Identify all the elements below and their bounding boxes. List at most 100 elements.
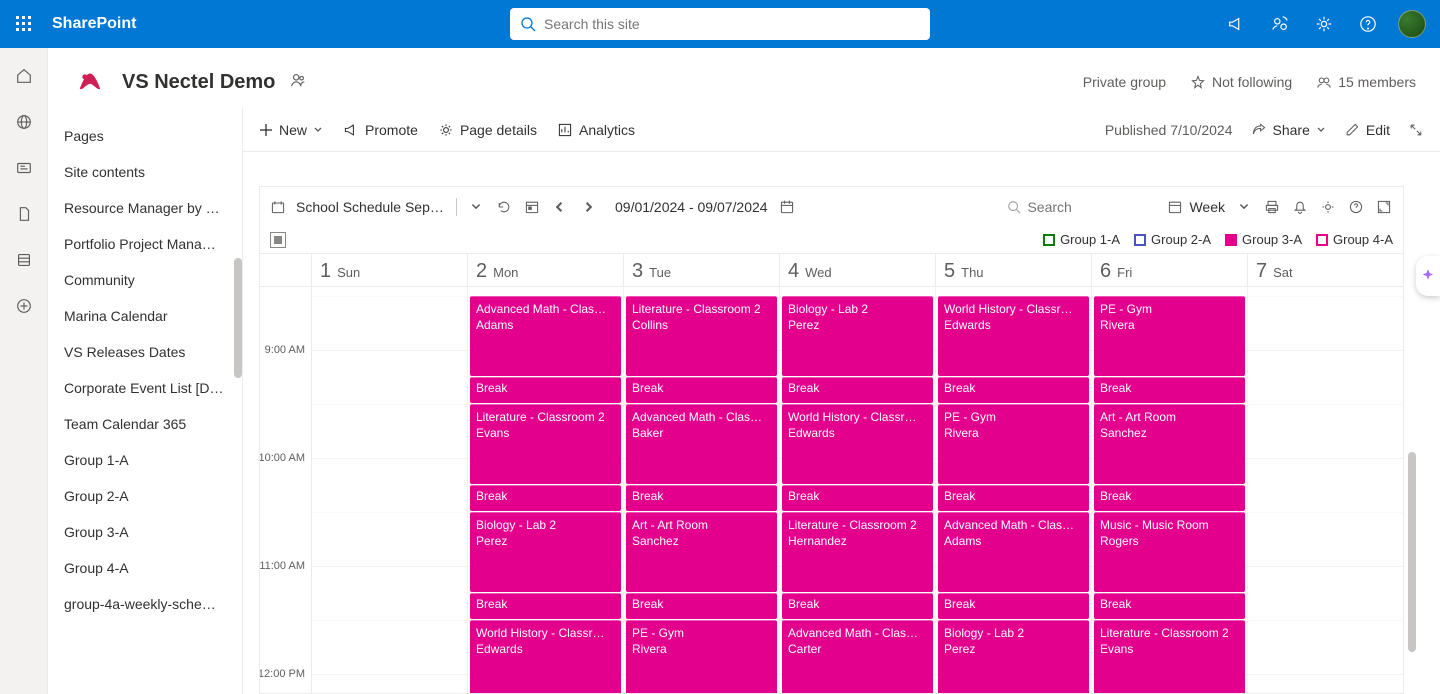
day-column[interactable]	[312, 287, 468, 693]
app-name[interactable]: SharePoint	[52, 15, 136, 33]
calendar-event[interactable]: Break	[938, 485, 1089, 511]
chevron-down-icon[interactable]	[1235, 198, 1253, 216]
page-details-button[interactable]: Page details	[438, 122, 537, 138]
day-column[interactable]: Biology - Lab 2PerezBreakWorld History -…	[780, 287, 936, 693]
day-column[interactable]: PE - GymRiveraBreakArt - Art RoomSanchez…	[1092, 287, 1248, 693]
account-avatar[interactable]	[1392, 0, 1432, 48]
day-header[interactable]: 6Fri	[1092, 254, 1248, 286]
nav-item[interactable]: Marina Calendar	[48, 298, 242, 334]
nav-item[interactable]: Team Calendar 365	[48, 406, 242, 442]
site-title[interactable]: VS Nectel Demo	[122, 71, 275, 94]
day-header[interactable]: 2Mon	[468, 254, 624, 286]
nav-item[interactable]: Portfolio Project Mana…	[48, 226, 242, 262]
calendar-event[interactable]: Biology - Lab 2Perez	[782, 296, 933, 376]
calendar-event[interactable]: Break	[1094, 485, 1245, 511]
files-icon[interactable]	[8, 198, 40, 230]
share-button[interactable]: Share	[1251, 122, 1326, 138]
refresh-icon[interactable]	[495, 198, 513, 216]
calendar-event[interactable]: World History - Classr…Edwards	[470, 620, 621, 694]
nav-item[interactable]: Site contents	[48, 154, 242, 190]
follow-button[interactable]: Not following	[1190, 74, 1292, 90]
teams-icon[interactable]	[289, 71, 307, 94]
nav-item[interactable]: VS Releases Dates	[48, 334, 242, 370]
calendar-event[interactable]: Break	[938, 593, 1089, 619]
calendar-search-input[interactable]	[1027, 199, 1117, 215]
help-icon[interactable]	[1348, 0, 1388, 48]
nav-item[interactable]: Group 2-A	[48, 478, 242, 514]
calendar-event[interactable]: Break	[782, 593, 933, 619]
calendar-event[interactable]: Literature - Classroom 2Collins	[626, 296, 777, 376]
edit-button[interactable]: Edit	[1344, 122, 1390, 138]
calendar-event[interactable]: Literature - Classroom 2Hernandez	[782, 512, 933, 592]
calendar-search[interactable]	[1007, 199, 1157, 215]
legend-item[interactable]: Group 4-A	[1316, 232, 1393, 247]
calendar-event[interactable]: Break	[1094, 593, 1245, 619]
nav-item[interactable]: Group 1-A	[48, 442, 242, 478]
gear-icon[interactable]	[1319, 198, 1337, 216]
calendar-event[interactable]: Literature - Classroom 2Evans	[1094, 620, 1245, 694]
fullscreen-icon[interactable]	[1375, 198, 1393, 216]
next-week-button[interactable]	[579, 198, 597, 216]
day-column[interactable]: Advanced Math - Clas…AdamsBreakLiteratur…	[468, 287, 624, 693]
calendar-event[interactable]: Break	[470, 593, 621, 619]
day-header[interactable]: 7Sat	[1248, 254, 1403, 286]
day-header[interactable]: 1Sun	[312, 254, 468, 286]
help-icon[interactable]	[1347, 198, 1365, 216]
calendar-event[interactable]: Advanced Math - Clas…Carter	[782, 620, 933, 694]
page-scrollbar[interactable]	[1408, 452, 1416, 652]
calendar-event[interactable]: Literature - Classroom 2Evans	[470, 404, 621, 484]
members-button[interactable]: 15 members	[1316, 74, 1416, 90]
day-header[interactable]: 3Tue	[624, 254, 780, 286]
calendar-event[interactable]: Advanced Math - Clas…Adams	[938, 512, 1089, 592]
app-launcher-button[interactable]	[8, 8, 40, 40]
chevron-down-icon[interactable]	[467, 198, 485, 216]
date-picker-icon[interactable]	[778, 198, 796, 216]
suite-search-input[interactable]	[544, 16, 920, 32]
nav-scrollbar[interactable]	[234, 258, 242, 378]
calendar-title[interactable]: School Schedule Septe…	[296, 199, 446, 215]
new-button[interactable]: New	[259, 122, 323, 138]
calendar-event[interactable]: Break	[782, 377, 933, 403]
calendar-event[interactable]: Break	[626, 485, 777, 511]
calendar-event[interactable]: Break	[626, 377, 777, 403]
calendar-event[interactable]: Advanced Math - Clas…Baker	[626, 404, 777, 484]
nav-item[interactable]: group-4a-weekly-sche…	[48, 586, 242, 622]
print-icon[interactable]	[1263, 198, 1281, 216]
day-header[interactable]: 5Thu	[936, 254, 1092, 286]
legend-item[interactable]: Group 3-A	[1225, 232, 1302, 247]
calendar-event[interactable]: Break	[938, 377, 1089, 403]
calendar-event[interactable]: Music - Music RoomRogers	[1094, 512, 1245, 592]
legend-item[interactable]: Group 1-A	[1043, 232, 1120, 247]
legend-item[interactable]: Group 2-A	[1134, 232, 1211, 247]
legend-indeterminate-checkbox[interactable]	[270, 232, 286, 248]
nav-item[interactable]: Community	[48, 262, 242, 298]
settings-icon[interactable]	[1304, 0, 1344, 48]
megaphone-icon[interactable]	[1216, 0, 1256, 48]
calendar-event[interactable]: Art - Art RoomSanchez	[626, 512, 777, 592]
news-icon[interactable]	[8, 152, 40, 184]
globe-icon[interactable]	[8, 106, 40, 138]
day-column[interactable]: World History - Classr…EdwardsBreakPE - …	[936, 287, 1092, 693]
calendar-event[interactable]: Advanced Math - Clas…Adams	[470, 296, 621, 376]
site-logo[interactable]	[72, 64, 108, 100]
home-icon[interactable]	[8, 60, 40, 92]
calendar-event[interactable]: Biology - Lab 2Perez	[938, 620, 1089, 694]
datasource-icon[interactable]	[270, 199, 286, 215]
calendar-event[interactable]: Break	[1094, 377, 1245, 403]
analytics-button[interactable]: Analytics	[557, 122, 635, 138]
suite-search[interactable]	[510, 8, 930, 40]
view-selector[interactable]: Week	[1167, 199, 1225, 215]
calendar-event[interactable]: Break	[470, 485, 621, 511]
calendar-event[interactable]: PE - GymRivera	[938, 404, 1089, 484]
calendar-event[interactable]: PE - GymRivera	[626, 620, 777, 694]
calendar-event[interactable]: Art - Art RoomSanchez	[1094, 404, 1245, 484]
nav-item[interactable]: Group 3-A	[48, 514, 242, 550]
nav-item[interactable]: Corporate Event List [D…	[48, 370, 242, 406]
calendar-event[interactable]: Break	[470, 377, 621, 403]
promote-button[interactable]: Promote	[343, 122, 418, 138]
calendar-event[interactable]: World History - Classr…Edwards	[938, 296, 1089, 376]
calendar-event[interactable]: Break	[782, 485, 933, 511]
today-icon[interactable]	[523, 198, 541, 216]
calendar-event[interactable]: PE - GymRivera	[1094, 296, 1245, 376]
copilot-button[interactable]	[1416, 256, 1440, 296]
